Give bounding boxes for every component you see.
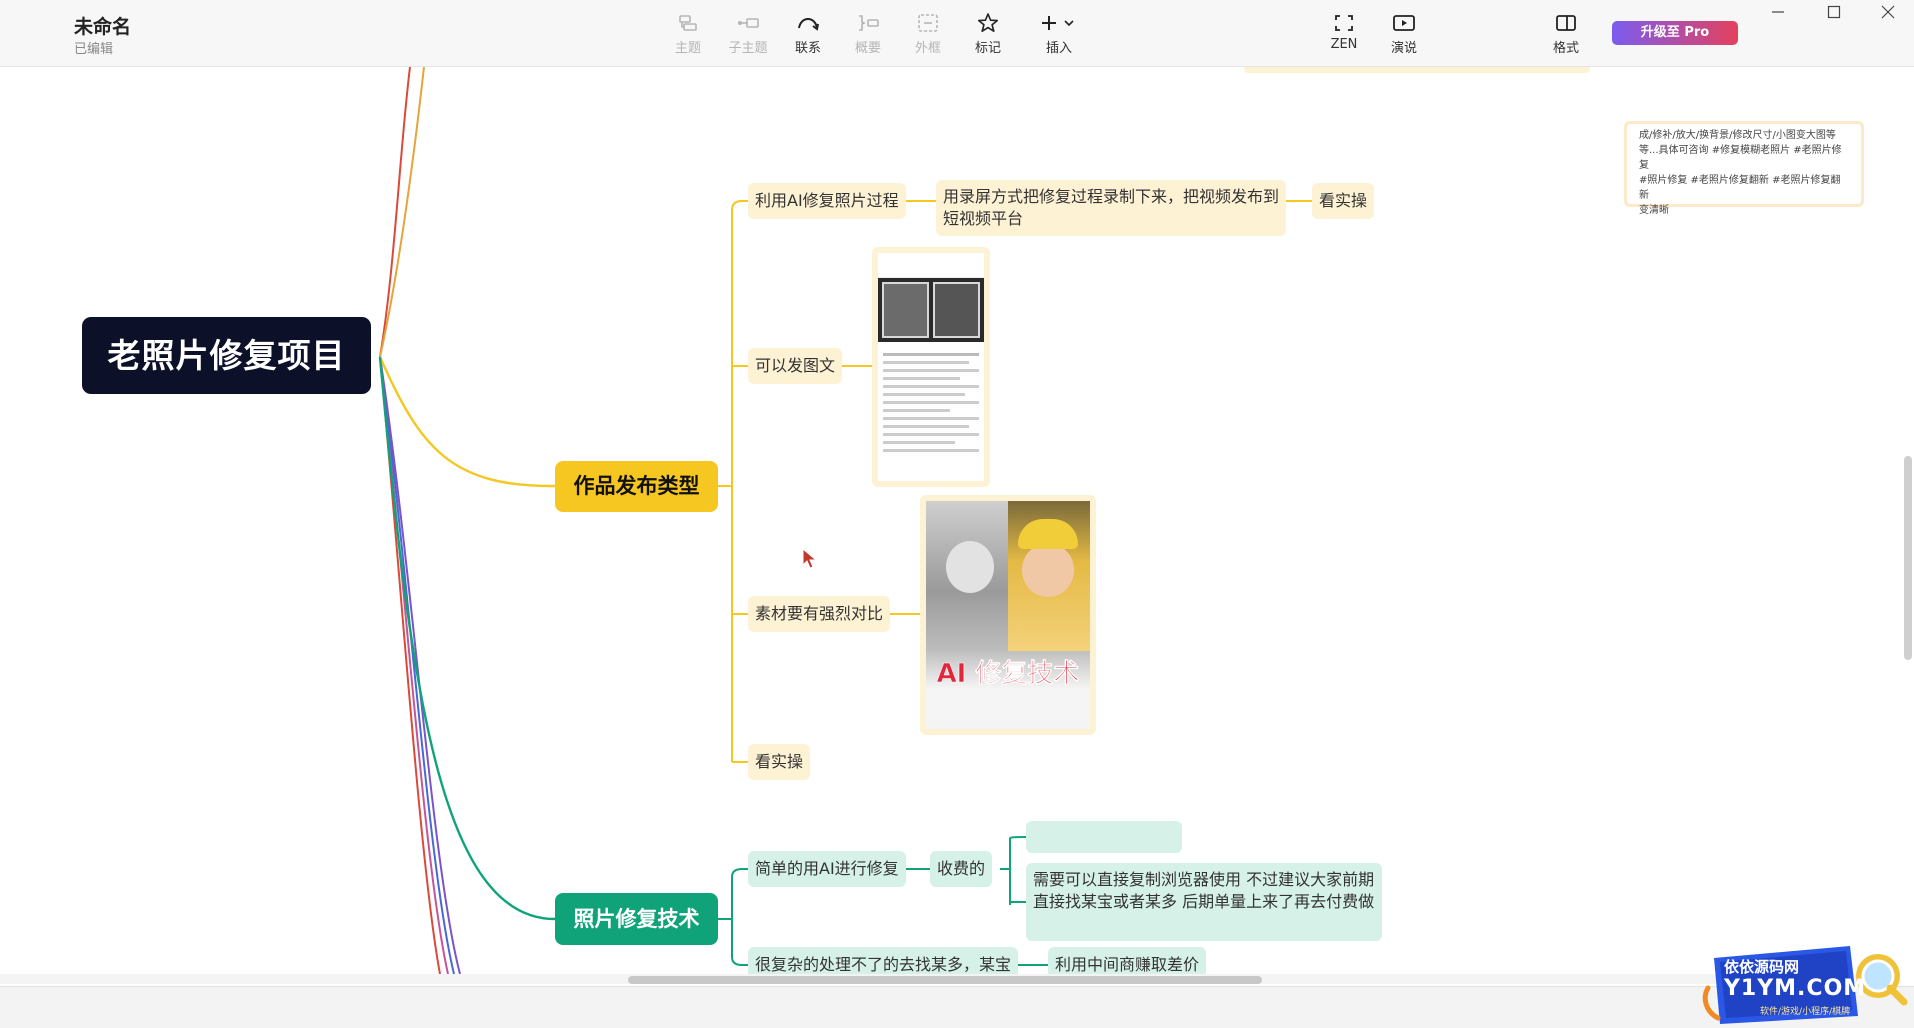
watermark-text-2: Y1YM.COM xyxy=(1724,976,1867,1001)
horizontal-scrollbar[interactable] xyxy=(628,976,1262,984)
watermark-text-3: 软件/游戏/小程序/棋牌 xyxy=(1760,1007,1851,1017)
topic-icon xyxy=(658,10,718,36)
format-label: 格式 xyxy=(1552,41,1579,56)
marker-label: 标记 xyxy=(974,41,1001,56)
close-icon xyxy=(1881,5,1895,19)
format-button[interactable]: 格式 xyxy=(1536,10,1596,58)
subtopic-watch-demo[interactable]: 看实操 xyxy=(748,744,811,780)
insert-label: 插入 xyxy=(1045,41,1072,56)
subtopic-complex-outsource[interactable]: 很复杂的处理不了的去找某多，某宝 xyxy=(748,947,1019,974)
relation-button[interactable]: 联系 xyxy=(778,10,838,58)
watermark-text-1: 依依源码网 xyxy=(1724,958,1800,976)
maximize-button[interactable] xyxy=(1814,4,1854,28)
title-toolbar: 未命名 已编辑 主题 子主题 联系 概要 外框 标记 插入 ZEN 演说 格式 … xyxy=(0,0,1914,67)
subtopic-button[interactable]: 子主题 xyxy=(718,10,778,58)
subtopic-empty-note[interactable] xyxy=(1026,821,1182,853)
root-topic[interactable]: 老照片修复项目 xyxy=(82,317,371,394)
subtopic-middleman-profit[interactable]: 利用中间商赚取差价 xyxy=(1048,947,1207,974)
subtopic-icon xyxy=(718,10,778,36)
maximize-icon xyxy=(1827,5,1841,19)
summary-button[interactable]: 概要 xyxy=(838,10,898,58)
plus-chevron-icon xyxy=(1024,10,1094,36)
subtopic-paid[interactable]: 收费的 xyxy=(930,851,993,887)
note-line-2: 等...具体可咨询 #修复模糊老照片 #老照片修复 xyxy=(1639,145,1842,171)
side-panel-icon xyxy=(1536,10,1596,36)
note-line-4: 变清晰 xyxy=(1639,205,1669,216)
boundary-icon xyxy=(898,10,958,36)
before-after-photo-image[interactable]: AI 修复技术 xyxy=(920,495,1096,735)
fullscreen-icon xyxy=(1314,10,1374,36)
subtopic-watch-demo-tag[interactable]: 看实操 xyxy=(1312,183,1375,219)
play-screen-icon xyxy=(1374,10,1434,36)
watermark-logo: 依依源码网 Y1YM.COM 软件/游戏/小程序/棋牌 xyxy=(1700,938,1910,1024)
star-icon xyxy=(958,10,1018,36)
minimize-button[interactable] xyxy=(1758,4,1798,28)
subtopic-strong-contrast[interactable]: 素材要有强烈对比 xyxy=(748,596,891,632)
subtopic-record-screen[interactable]: 用录屏方式把修复过程录制下来，把视频发布到短视频平台 xyxy=(936,180,1286,236)
phone-screenshot-image[interactable] xyxy=(872,247,990,487)
zen-button[interactable]: ZEN xyxy=(1314,10,1374,58)
phone-screenshot-content xyxy=(878,253,984,481)
summary-bracket-icon xyxy=(838,10,898,36)
topic-label: 主题 xyxy=(674,41,701,56)
mouse-cursor-icon xyxy=(802,548,818,569)
main-topic-publish-type[interactable]: 作品发布类型 xyxy=(555,461,718,512)
ai-repair-caption: AI 修复技术 xyxy=(936,659,1080,690)
present-label: 演说 xyxy=(1390,41,1417,56)
zen-label: ZEN xyxy=(1330,37,1358,52)
summary-label: 概要 xyxy=(854,41,881,56)
subtopic-simple-ai-repair[interactable]: 简单的用AI进行修复 xyxy=(748,851,906,887)
upgrade-pro-button[interactable]: 升级至 Pro xyxy=(1612,21,1738,45)
subtopic-label: 子主题 xyxy=(728,41,768,56)
document-status: 已编辑 xyxy=(74,42,114,57)
topic-button[interactable]: 主题 xyxy=(658,10,718,58)
minimize-icon xyxy=(1772,11,1784,13)
relation-curve-icon xyxy=(778,10,838,36)
before-photo-grayscale xyxy=(926,501,1008,651)
subtopic-image-text[interactable]: 可以发图文 xyxy=(748,348,843,384)
subtopic-copy-browser-note[interactable]: 需要可以直接复制浏览器使用 不过建议大家前期直接找某宝或者某多 后期单量上来了再… xyxy=(1026,863,1382,941)
vertical-scrollbar[interactable] xyxy=(1904,456,1912,660)
relation-label: 联系 xyxy=(794,41,821,56)
subtopic-ai-process[interactable]: 利用AI修复照片过程 xyxy=(748,183,906,219)
note-line-3: #照片修复 #老照片修复翻新 #老照片修复翻新 xyxy=(1639,175,1841,201)
note-line-1: 成/修补/放大/换背景/修改尺寸/小图变大图等 xyxy=(1639,130,1836,141)
insert-button[interactable]: 插入 xyxy=(1024,10,1094,58)
close-button[interactable] xyxy=(1868,4,1908,28)
partial-node-top xyxy=(1244,67,1590,73)
mindmap-canvas[interactable]: 老照片修复项目 作品发布类型 照片修复技术 利用AI修复照片过程 用录屏方式把修… xyxy=(0,67,1896,974)
note-card[interactable]: 成/修补/放大/换背景/修改尺寸/小图变大图等 等...具体可咨询 #修复模糊老… xyxy=(1624,121,1864,216)
old-photo-thumb-after xyxy=(933,282,980,338)
boundary-button[interactable]: 外框 xyxy=(898,10,958,58)
present-button[interactable]: 演说 xyxy=(1374,10,1434,58)
marker-button[interactable]: 标记 xyxy=(958,10,1018,58)
after-photo-color xyxy=(1008,501,1090,651)
document-title[interactable]: 未命名 xyxy=(74,12,131,39)
main-topic-repair-tech[interactable]: 照片修复技术 xyxy=(555,893,718,945)
status-bar xyxy=(0,986,1914,1028)
boundary-label: 外框 xyxy=(914,41,941,56)
old-photo-thumb-before xyxy=(882,282,929,338)
before-after-photo-content: AI 修复技术 xyxy=(926,501,1090,729)
